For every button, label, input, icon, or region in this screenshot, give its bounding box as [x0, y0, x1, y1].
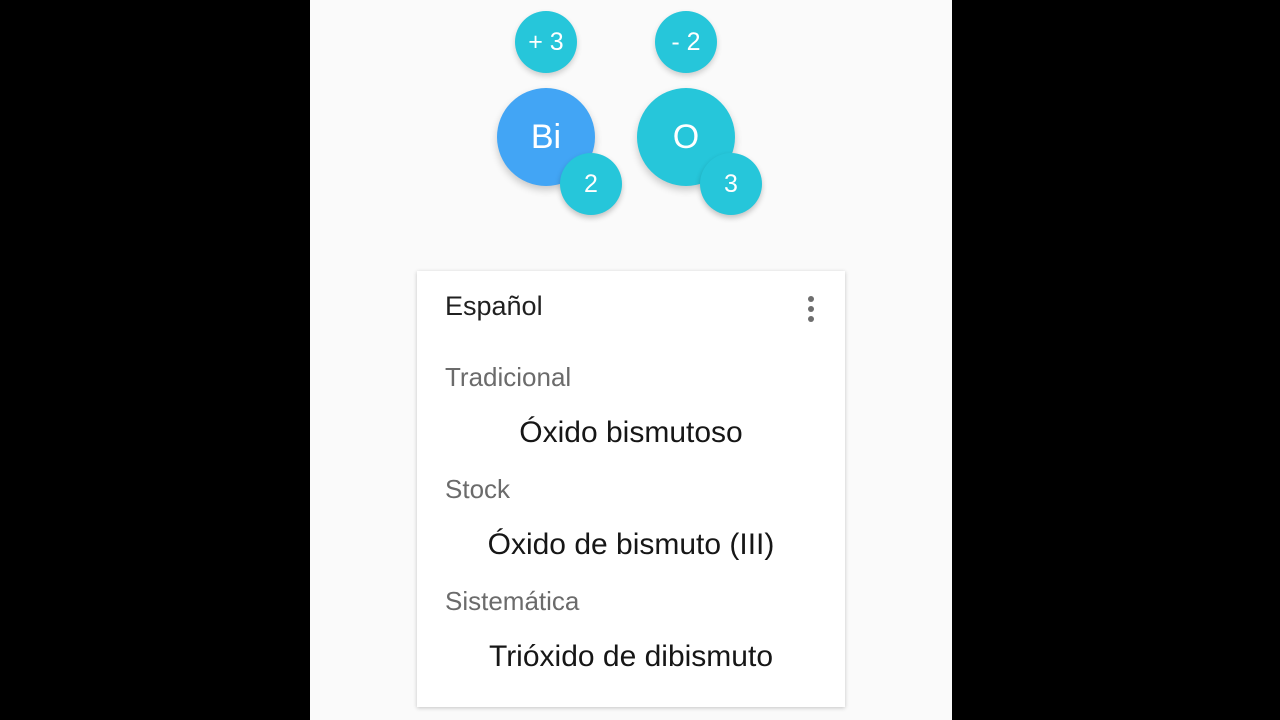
menu-dot [808, 316, 814, 322]
section-value-tradicional: Óxido bismutoso [519, 416, 743, 449]
subscript-badge[interactable]: 2 [560, 153, 622, 215]
section-label-sistematica: Sistemática [445, 586, 580, 616]
section-value-stock: Óxido de bismuto (III) [487, 528, 775, 561]
more-vert-icon[interactable] [797, 289, 825, 329]
app-screen: + 3 Bi 2 - 2 O 3 Español Tradicional Óxi… [310, 0, 952, 720]
element-oxygen: - 2 O 3 [626, 0, 766, 230]
card-title-language: Español [445, 291, 543, 321]
section-label-stock: Stock [445, 474, 511, 504]
charge-badge[interactable]: + 3 [515, 11, 577, 73]
nomenclature-card: Español Tradicional Óxido bismutoso Stoc… [417, 271, 845, 707]
subscript-badge[interactable]: 3 [700, 153, 762, 215]
menu-dot [808, 296, 814, 302]
section-value-sistematica: Trióxido de dibismuto [488, 640, 774, 673]
charge-badge[interactable]: - 2 [655, 11, 717, 73]
section-label-tradicional: Tradicional [445, 362, 572, 392]
menu-dot [808, 306, 814, 312]
element-bismuth: + 3 Bi 2 [486, 0, 626, 230]
